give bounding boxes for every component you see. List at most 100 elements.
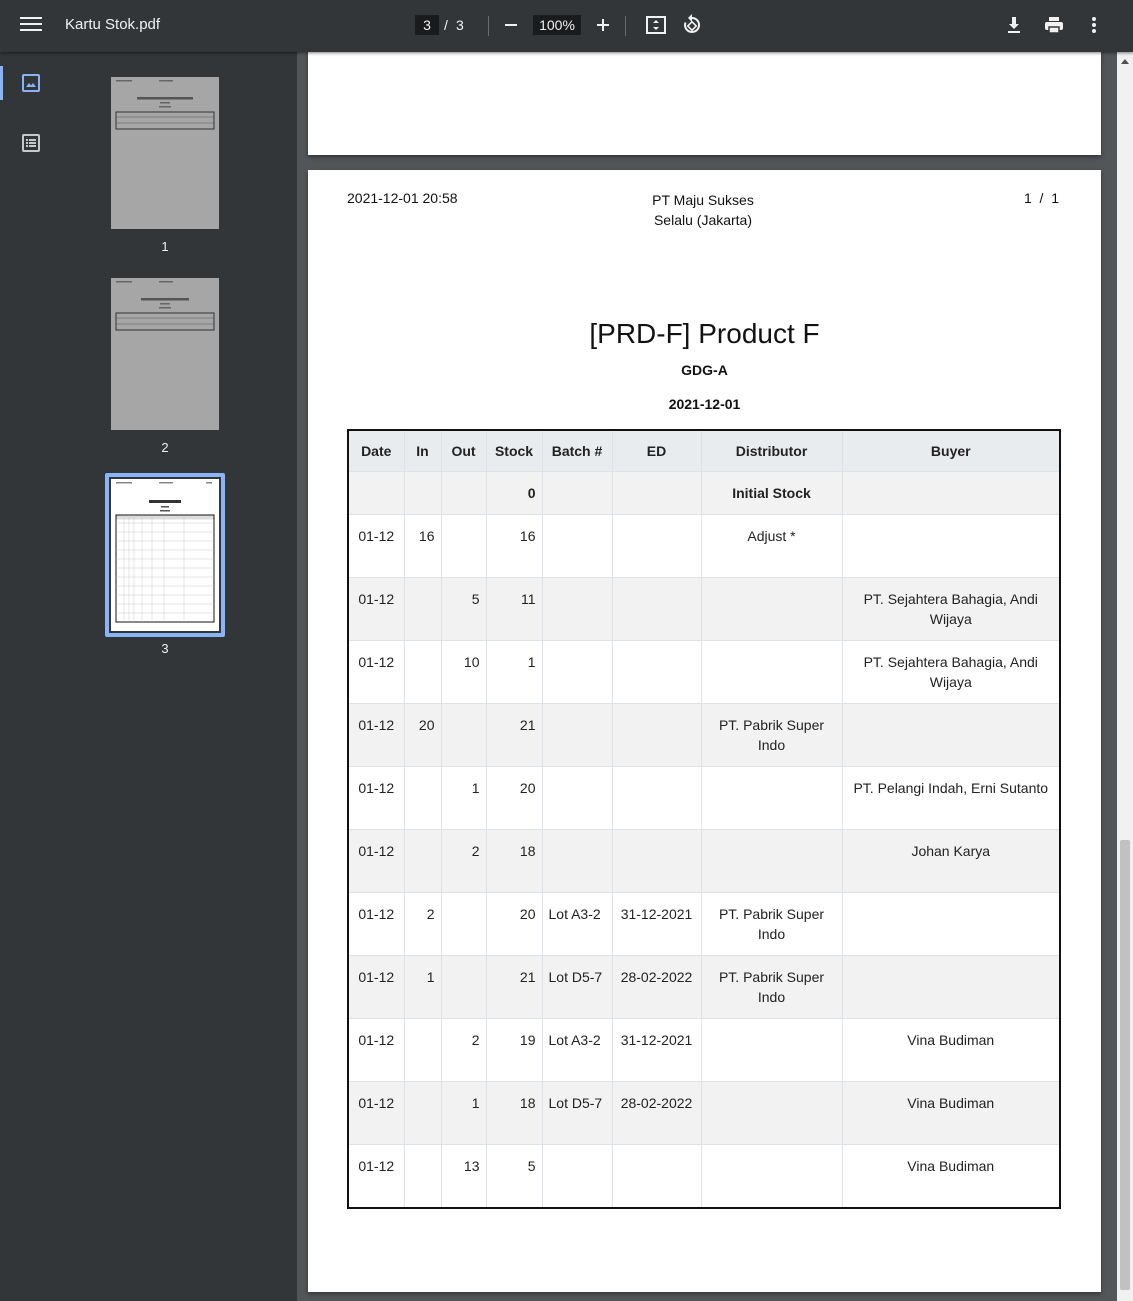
batch-cell: [541, 514, 612, 578]
stock-cell: 18: [485, 1081, 542, 1145]
page-thumbnail-2[interactable]: 2: [111, 278, 219, 458]
distributor-cell: [700, 1018, 842, 1082]
table-row: 01-12 13 5 Vina Budiman: [347, 1144, 1060, 1208]
column-header-batch: Batch #: [541, 430, 612, 472]
date-cell: 01-12: [347, 577, 404, 641]
page-thumbnail-number: 3: [161, 641, 169, 656]
in-cell: [403, 1144, 441, 1208]
ed-cell: [611, 703, 701, 767]
distributor-cell: PT. Pabrik Super Indo: [700, 892, 842, 956]
stock-card-table: Date In Out Stock Batch # ED Distributor…: [347, 429, 1061, 1209]
date-cell: 01-12: [347, 829, 404, 893]
ed-cell: 28-02-2022: [611, 1081, 701, 1145]
minus-icon: [505, 24, 517, 26]
table-cell: [541, 471, 612, 515]
page-thumbnail-1[interactable]: 1: [111, 77, 219, 257]
in-cell: 1: [403, 955, 441, 1019]
batch-cell: [541, 829, 612, 893]
table-cell: [440, 471, 486, 515]
company-name-line1: PT Maju Sukses: [652, 192, 754, 208]
table-row: 01-12 2 20 Lot A3-2 31-12-2021 PT. Pabrik Sup…: [347, 892, 1060, 956]
stock-cell: 20: [485, 892, 542, 956]
batch-cell: [541, 577, 612, 641]
ed-cell: 28-02-2022: [611, 955, 701, 1019]
batch-cell: [541, 766, 612, 830]
plus-icon: [597, 19, 609, 31]
thumbnails-view-button[interactable]: [20, 72, 42, 94]
page-thumbnail-number: 2: [161, 440, 169, 455]
sidebar-view-switcher: [0, 52, 62, 1301]
out-cell: 5: [440, 577, 486, 641]
document-viewer[interactable]: 2021-12-01 20:58 PT Maju Sukses Selalu (…: [297, 52, 1133, 1301]
more-actions-button[interactable]: [1082, 13, 1106, 37]
buyer-cell: [841, 892, 1060, 956]
ed-cell: [611, 577, 701, 641]
vertical-scrollbar[interactable]: [1117, 52, 1133, 1301]
in-cell: 20: [403, 703, 441, 767]
stock-cell: 1: [485, 640, 542, 704]
zoom-in-button[interactable]: [591, 13, 615, 37]
distributor-cell: [700, 1081, 842, 1145]
table-row: 01-12 20 21 PT. Pabrik Super Indo: [347, 703, 1060, 767]
page-thumbnail-image: [111, 479, 219, 631]
stock-cell: 11: [485, 577, 542, 641]
rotate-button[interactable]: [680, 13, 704, 37]
initial-stock-row: 0 Initial Stock: [347, 471, 1060, 515]
column-header-ed: ED: [611, 430, 701, 472]
ed-cell: [611, 640, 701, 704]
more-vert-icon: [1092, 17, 1096, 33]
ed-cell: [611, 829, 701, 893]
distributor-cell: [700, 640, 842, 704]
stock-cell: 19: [485, 1018, 542, 1082]
page-number-input[interactable]: [415, 15, 439, 35]
out-cell: [440, 703, 486, 767]
buyer-cell: Vina Budiman: [841, 1018, 1060, 1082]
ed-cell: [611, 1144, 701, 1208]
zoom-level-input[interactable]: [533, 15, 581, 35]
column-header-buyer: Buyer: [841, 430, 1060, 472]
page-counter: 1 / 1: [1023, 190, 1059, 206]
download-icon: [1008, 17, 1020, 33]
buyer-cell: [841, 514, 1060, 578]
menu-icon[interactable]: [20, 14, 42, 36]
out-cell: 1: [440, 1081, 486, 1145]
scrollbar-thumb[interactable]: [1120, 840, 1130, 1290]
in-cell: [403, 766, 441, 830]
ed-cell: 31-12-2021: [611, 1018, 701, 1082]
in-cell: [403, 829, 441, 893]
in-cell: [403, 1018, 441, 1082]
page-thumbnail-3[interactable]: 3: [111, 479, 219, 659]
column-header-date: Date: [347, 430, 404, 472]
stock-cell: 16: [485, 514, 542, 578]
buyer-cell: Vina Budiman: [841, 1144, 1060, 1208]
table-row: 01-12 5 11 PT. Sejahtera Bahagia, Andi Wija…: [347, 577, 1060, 641]
zoom-out-button[interactable]: [499, 13, 523, 37]
initial-stock-value: 0: [485, 471, 542, 515]
toolbar-divider: [488, 16, 489, 36]
date-cell: 01-12: [347, 640, 404, 704]
out-cell: [440, 955, 486, 1019]
date-cell: 01-12: [347, 514, 404, 578]
table-cell: [611, 471, 701, 515]
outline-view-button[interactable]: [20, 132, 42, 154]
out-cell: [440, 514, 486, 578]
warehouse-code: GDG-A: [681, 362, 728, 378]
distributor-cell: [700, 766, 842, 830]
date-cell: 01-12: [347, 1018, 404, 1082]
print-icon: [1045, 17, 1063, 34]
scroll-up-icon[interactable]: [1117, 54, 1133, 70]
date-cell: 01-12: [347, 892, 404, 956]
column-header-distributor: Distributor: [700, 430, 842, 472]
column-header-stock: Stock: [485, 430, 542, 472]
distributor-cell: PT. Pabrik Super Indo: [700, 703, 842, 767]
download-button[interactable]: [1002, 13, 1026, 37]
fit-page-button[interactable]: [644, 13, 668, 37]
print-timestamp: 2021-12-01 20:58: [347, 190, 458, 206]
distributor-cell: [700, 1144, 842, 1208]
table-row: 01-12 10 1 PT. Sejahtera Bahagia, Andi Wija…: [347, 640, 1060, 704]
pdf-toolbar: Kartu Stok.pdf / 3: [0, 0, 1133, 52]
print-button[interactable]: [1042, 13, 1066, 37]
table-cell: [403, 471, 441, 515]
column-header-in: In: [403, 430, 441, 472]
product-title: [PRD-F] Product F: [589, 318, 820, 349]
